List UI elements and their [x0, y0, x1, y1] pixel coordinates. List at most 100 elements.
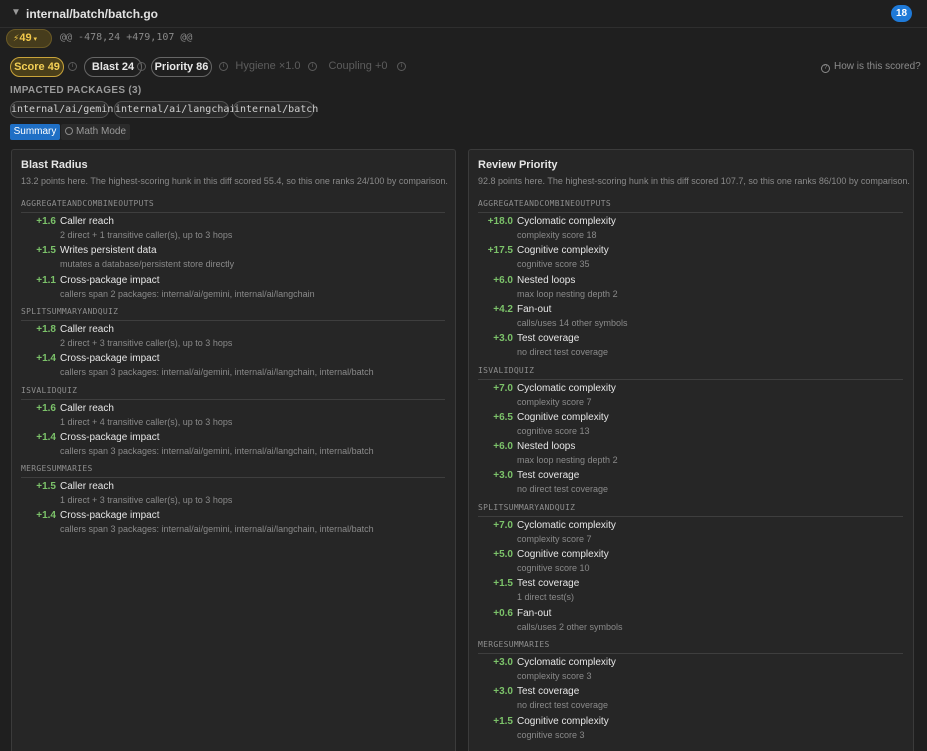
- item-delta: +1.8: [36, 323, 56, 335]
- item-detail: cognitive score 10: [517, 563, 590, 573]
- item-detail: no direct test coverage: [517, 347, 609, 358]
- info-icon[interactable]: i: [397, 62, 406, 71]
- item-delta: +1.5: [36, 481, 56, 493]
- item-detail: max loop nesting depth 2: [517, 455, 618, 466]
- group-heading: ISVALIDQUIZ: [478, 365, 535, 375]
- hygiene-badge[interactable]: Hygiene ×1.0: [233, 57, 303, 77]
- item-detail: complexity score 7: [517, 396, 592, 407]
- impacted-packages-title: IMPACTED PACKAGES (3): [10, 85, 142, 96]
- item-detail: 1 direct test(s): [517, 592, 575, 603]
- item-detail: complexity score 18: [517, 230, 597, 240]
- blast-radius-panel: Blast Radius 13.2 points here. The highe…: [11, 149, 456, 751]
- item-delta: +4.2: [493, 303, 513, 315]
- item-delta: +1.1: [36, 274, 56, 286]
- tab-summary[interactable]: Summary: [10, 124, 60, 140]
- item-title: Writes persistent data: [60, 245, 157, 257]
- item-title: Caller reach: [60, 402, 114, 414]
- panel-title: Review Priority: [478, 159, 558, 171]
- item-detail: no direct test coverage: [517, 484, 609, 495]
- item-title: Caller reach: [60, 216, 114, 227]
- item-delta: +17.5: [487, 245, 513, 257]
- info-icon[interactable]: i: [68, 62, 77, 71]
- item-title: Nested loops: [517, 274, 576, 286]
- how-scored-link[interactable]: ? How is this scored?: [821, 61, 921, 73]
- score-badge[interactable]: Score 49: [10, 57, 64, 77]
- hunk-score-pill[interactable]: ⚡49 ▾: [6, 29, 52, 48]
- item-title: Fan-out: [517, 607, 552, 619]
- item-detail: cognitive score 35: [517, 259, 590, 270]
- package-chip[interactable]: internal/ai/gemini: [10, 101, 119, 118]
- group-heading: MERGESUMMARIES: [478, 639, 550, 649]
- item-delta: +1.4: [36, 353, 56, 365]
- package-chip[interactable]: internal/batch: [233, 101, 318, 118]
- item-detail: mutates a database/persistent store dire…: [60, 259, 235, 270]
- item-delta: +3.0: [493, 686, 513, 698]
- item-delta: +6.0: [493, 274, 513, 286]
- item-detail: complexity score 7: [517, 533, 592, 544]
- priority-badge[interactable]: Priority 86: [151, 57, 212, 77]
- item-title: Test coverage: [517, 578, 580, 590]
- group-heading: SPLITSUMMARYANDQUIZ: [21, 306, 119, 316]
- group-divider: [21, 398, 445, 400]
- item-detail: cognitive score 3: [517, 729, 585, 740]
- group-divider: [478, 212, 903, 213]
- coupling-badge[interactable]: Coupling +0: [326, 57, 390, 77]
- group-heading: AGGREGATEANDCOMBINEOUTPUTS: [21, 199, 155, 208]
- group-divider: [478, 515, 903, 517]
- tab-math-mode[interactable]: Math Mode: [61, 124, 130, 140]
- panel-description: 13.2 points here. The highest-scoring hu…: [21, 176, 448, 186]
- blast-badge[interactable]: Blast 24: [84, 57, 142, 77]
- panel-description: 92.8 points here. The highest-scoring hu…: [478, 176, 910, 186]
- item-delta: +7.0: [493, 519, 513, 531]
- item-detail: max loop nesting depth 2: [517, 288, 618, 299]
- item-delta: +3.0: [493, 333, 513, 345]
- item-delta: +18.0: [487, 216, 513, 227]
- item-delta: +1.4: [36, 431, 56, 443]
- chevron-down-icon: ▾: [31, 36, 38, 43]
- group-heading: MERGESUMMARIES: [21, 464, 93, 474]
- item-title: Cyclomatic complexity: [517, 216, 616, 227]
- item-delta: +6.5: [493, 411, 513, 423]
- item-title: Cross-package impact: [60, 274, 160, 286]
- how-scored-label: How is this scored?: [834, 61, 921, 72]
- count-badge: 18: [891, 5, 912, 22]
- item-delta: +6.0: [493, 441, 513, 453]
- collapse-toggle-icon[interactable]: ▼: [11, 7, 21, 18]
- group-divider: [478, 652, 903, 654]
- item-title: Cognitive complexity: [517, 715, 609, 727]
- review-priority-panel: Review Priority 92.8 points here. The hi…: [468, 149, 914, 751]
- item-delta: +3.0: [493, 470, 513, 482]
- package-chip[interactable]: internal/ai/langchain: [114, 101, 241, 118]
- item-title: Cognitive complexity: [517, 549, 609, 560]
- item-detail: 1 direct + 3 transitive caller(s), up to…: [60, 495, 233, 506]
- item-title: Caller reach: [60, 323, 114, 335]
- item-delta: +1.5: [493, 715, 513, 727]
- group-divider: [21, 477, 445, 479]
- item-title: Cross-package impact: [60, 353, 160, 365]
- item-detail: 2 direct + 1 transitive caller(s), up to…: [60, 230, 233, 240]
- item-title: Cross-package impact: [60, 431, 160, 443]
- item-detail: 2 direct + 3 transitive caller(s), up to…: [60, 337, 233, 348]
- item-delta: +1.6: [36, 402, 56, 414]
- item-delta: +1.6: [36, 216, 56, 227]
- file-header[interactable]: ▼ internal/batch/batch.go 18: [0, 0, 927, 28]
- item-title: Nested loops: [517, 441, 576, 453]
- item-detail: calls/uses 2 other symbols: [517, 621, 623, 632]
- item-detail: callers span 3 packages: internal/ai/gem…: [60, 524, 374, 535]
- item-title: Cognitive complexity: [517, 411, 609, 423]
- item-title: Test coverage: [517, 686, 580, 698]
- item-detail: cognitive score 13: [517, 425, 590, 436]
- info-icon[interactable]: i: [308, 62, 317, 71]
- item-title: Cross-package impact: [60, 510, 160, 522]
- info-icon[interactable]: i: [219, 62, 228, 71]
- item-detail: calls/uses 14 other symbols: [517, 317, 628, 328]
- group-heading: ISVALIDQUIZ: [21, 385, 78, 395]
- group-divider: [21, 319, 445, 321]
- question-icon: ?: [821, 64, 830, 73]
- item-title: Cyclomatic complexity: [517, 656, 616, 668]
- info-icon[interactable]: i: [137, 62, 146, 71]
- item-delta: +1.5: [493, 578, 513, 590]
- item-detail: no direct test coverage: [517, 700, 609, 711]
- group-divider: [478, 378, 903, 380]
- group-heading: SPLITSUMMARYANDQUIZ: [478, 502, 576, 512]
